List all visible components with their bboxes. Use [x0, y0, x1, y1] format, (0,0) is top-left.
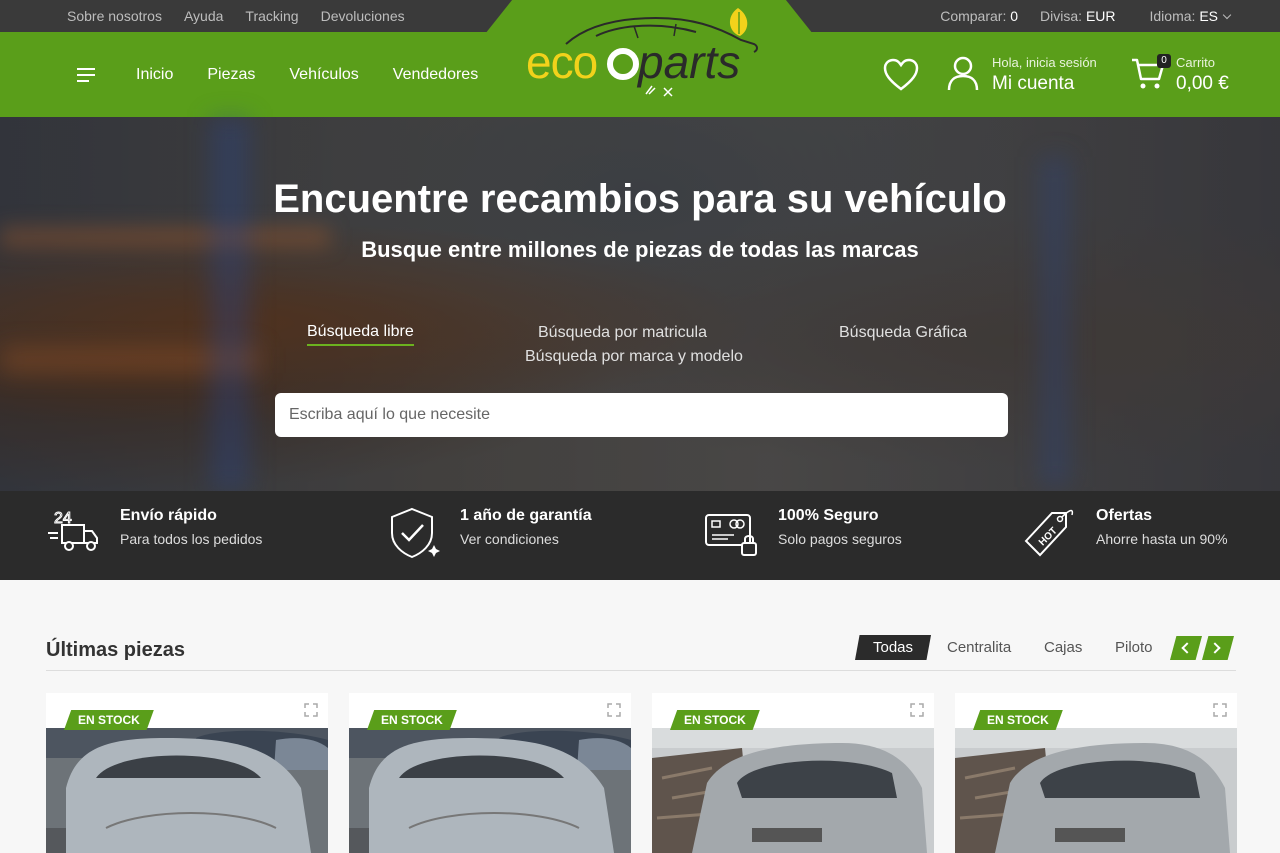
account-text: Hola, inicia sesión Mi cuenta [992, 55, 1097, 95]
chevron-down-icon [1222, 10, 1232, 20]
cart-icon-wrap: 0 [1130, 54, 1171, 91]
nav-parts[interactable]: Piezas [207, 66, 255, 84]
prev-arrow-button[interactable] [1170, 636, 1202, 660]
expand-icon[interactable] [304, 703, 318, 717]
product-card[interactable]: EN STOCK [46, 693, 328, 853]
product-card[interactable]: EN STOCK [349, 693, 631, 853]
compare-link[interactable]: Comparar: 0 [940, 8, 1018, 24]
stock-badge: EN STOCK [367, 710, 457, 730]
car-photo [652, 728, 934, 853]
user-icon [947, 56, 979, 91]
truck-24h-icon: 24 [48, 510, 98, 551]
feature-fast-shipping: 24 Envío rápido Para todos los pedidos [46, 505, 262, 561]
feature-secure: 100% Seguro Solo pagos seguros [704, 505, 902, 561]
svg-text:eco: eco [526, 36, 597, 88]
cart-count-badge: 0 [1157, 54, 1171, 68]
features-bar: 24 Envío rápido Para todos los pedidos 1… [0, 491, 1280, 580]
filter-all[interactable]: Todas [855, 635, 932, 660]
svg-text:parts: parts [636, 36, 740, 88]
link-tracking[interactable]: Tracking [245, 8, 298, 24]
currency-value: EUR [1085, 8, 1116, 24]
stock-badge: EN STOCK [973, 710, 1063, 730]
car-photo [955, 728, 1237, 853]
stock-badge: EN STOCK [64, 710, 154, 730]
cart-total: 0,00 € [1176, 73, 1229, 94]
heart-icon[interactable] [883, 58, 919, 92]
feature-offers: HOT Ofertas Ahorre hasta un 90% [1022, 505, 1228, 561]
top-links: Sobre nosotros Ayuda Tracking Devolucion… [67, 8, 405, 24]
feature-subtitle: Para todos los pedidos [120, 531, 263, 547]
feature-title: 100% Seguro [778, 507, 879, 524]
account-link[interactable]: Hola, inicia sesión Mi cuenta [946, 55, 1097, 95]
nav-vehicles[interactable]: Vehículos [289, 66, 358, 84]
stock-badge: EN STOCK [670, 710, 760, 730]
expand-icon[interactable] [1213, 703, 1227, 717]
feature-subtitle[interactable]: Ver condiciones [460, 531, 592, 547]
filter-boxes[interactable]: Cajas [1044, 639, 1082, 656]
chevron-right-icon [1209, 642, 1221, 654]
hero-banner: Encuentre recambios para su vehículo Bus… [0, 117, 1280, 491]
section-divider [46, 670, 1236, 671]
next-arrow-button[interactable] [1202, 636, 1234, 660]
compare-count: 0 [1010, 8, 1019, 24]
secure-card-icon [705, 514, 757, 556]
account-greeting: Hola, inicia sesión [992, 55, 1097, 70]
hamburger-menu-icon[interactable] [77, 68, 95, 82]
cart-label: Carrito [1176, 55, 1216, 70]
section-title: Últimas piezas [46, 639, 185, 661]
ecooparts-logo[interactable]: eco parts [526, 6, 776, 98]
tab-graphic-search[interactable]: Búsqueda Gráfica [839, 324, 967, 342]
cart-text: Carrito 0,00 € [1176, 55, 1229, 95]
hot-tag-icon: HOT [1024, 509, 1074, 557]
tab-make-model-search[interactable]: Búsqueda por marca y modelo [525, 348, 743, 366]
filter-ecu[interactable]: Centralita [947, 639, 1011, 656]
expand-icon[interactable] [607, 703, 621, 717]
account-label: Mi cuenta [992, 73, 1075, 94]
top-settings: Comparar: 0 Divisa: EUR Idioma: ES [940, 8, 1232, 24]
expand-icon[interactable] [910, 703, 924, 717]
hero-title: Encuentre recambios para su vehículo [273, 177, 1007, 221]
feature-warranty: 1 año de garantía Ver condiciones [386, 505, 592, 561]
currency-label: Divisa: [1040, 8, 1083, 24]
nav-sellers[interactable]: Vendedores [393, 66, 478, 84]
feature-title: Ofertas [1096, 507, 1153, 524]
compare-label: Comparar: [940, 8, 1007, 24]
cart-link[interactable]: 0 Carrito 0,00 € [1130, 54, 1229, 95]
language-value: ES [1199, 8, 1218, 24]
link-about[interactable]: Sobre nosotros [67, 8, 162, 24]
car-photo [46, 728, 328, 853]
feature-subtitle: Ahorre hasta un 90% [1096, 531, 1228, 547]
tab-free-search[interactable]: Búsqueda libre [307, 323, 414, 346]
tab-plate-search[interactable]: Búsqueda por matricula [538, 324, 707, 342]
link-returns[interactable]: Devoluciones [321, 8, 405, 24]
feature-title: Envío rápido [120, 507, 217, 524]
filter-lights[interactable]: Piloto [1115, 639, 1153, 656]
main-nav: Inicio Piezas Vehículos Vendedores [136, 66, 478, 84]
product-card[interactable]: EN STOCK [955, 693, 1237, 853]
feature-subtitle: Solo pagos seguros [778, 531, 902, 547]
link-help[interactable]: Ayuda [184, 8, 223, 24]
car-photo [349, 728, 631, 853]
search-input[interactable] [275, 393, 1008, 437]
feature-title: 1 año de garantía [460, 507, 592, 524]
language-selector[interactable]: Idioma: ES [1149, 8, 1232, 24]
currency-selector[interactable]: Divisa: EUR [1040, 8, 1115, 24]
language-label: Idioma: [1149, 8, 1196, 24]
hero-subtitle: Busque entre millones de piezas de todas… [361, 237, 919, 262]
product-card[interactable]: EN STOCK [652, 693, 934, 853]
nav-home[interactable]: Inicio [136, 66, 173, 84]
chevron-left-icon [1181, 642, 1193, 654]
shield-check-icon [391, 507, 440, 559]
